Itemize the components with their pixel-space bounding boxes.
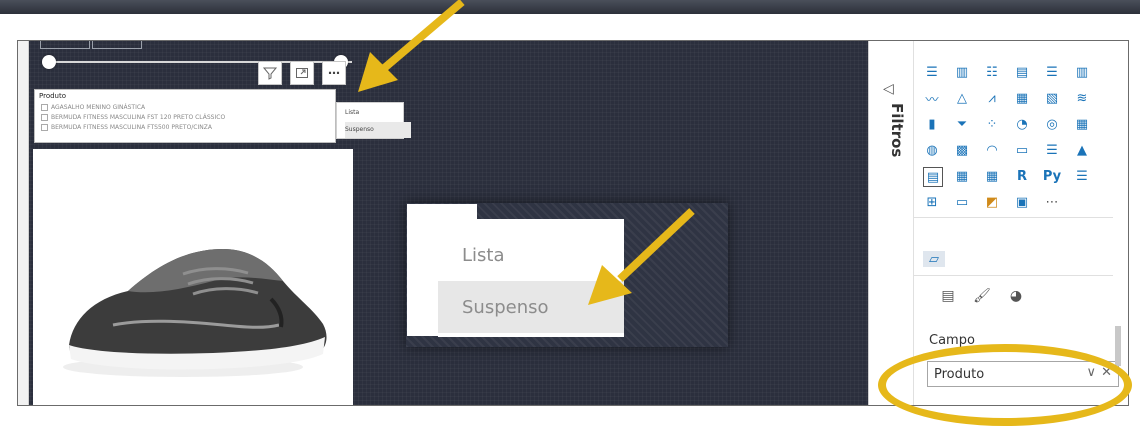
table-icon[interactable]: ▦ (953, 167, 971, 185)
waterfall-icon[interactable]: ▮ (923, 115, 941, 133)
100-bar-icon[interactable]: ☰ (1043, 63, 1061, 81)
slicer-title: Produto (39, 92, 67, 100)
annotation-arrow-icon (358, 0, 465, 92)
checkbox-icon[interactable] (41, 124, 48, 131)
line-clustered-icon[interactable]: ▧ (1043, 89, 1061, 107)
product-image-card (33, 149, 353, 405)
donut-icon[interactable]: ◎ (1043, 115, 1061, 133)
paginated-report-icon[interactable]: ▣ (1013, 193, 1031, 211)
decomposition-tree-icon[interactable]: ⊞ (923, 193, 941, 211)
kpi-icon[interactable]: ▲ (1073, 141, 1091, 159)
pie-chart-icon[interactable]: ◔ (1013, 115, 1031, 133)
menu-item-lista[interactable]: Lista (345, 109, 359, 116)
r-visual-icon[interactable]: R (1013, 167, 1031, 185)
fields-icon[interactable]: ▤ (937, 287, 959, 305)
line-chart-icon[interactable]: 〰 (923, 89, 941, 108)
divider (913, 275, 1113, 276)
slicer-item[interactable]: BERMUDA FITNESS MASCULINA FTS500 PRETO/C… (41, 124, 212, 131)
checkbox-icon[interactable] (41, 114, 48, 121)
stacked-area-icon[interactable]: ⩘ (983, 89, 1001, 107)
map-icon[interactable]: ◍ (923, 141, 941, 159)
ribbon-chart-icon[interactable]: ≋ (1073, 89, 1091, 107)
product-slicer: Produto AGASALHO MENINO GINÁSTICA BERMUD… (34, 89, 336, 143)
slicer-icon[interactable]: ▤ (923, 167, 943, 187)
expand-arrow-icon[interactable]: ◁ (883, 81, 894, 97)
filled-map-icon[interactable]: ▩ (953, 141, 971, 159)
clustered-column-icon[interactable]: ▤ (1013, 63, 1031, 81)
checkbox-icon[interactable] (41, 104, 48, 111)
filters-pane-collapsed[interactable]: ◁ Filtros (869, 41, 914, 405)
focus-mode-icon[interactable] (290, 61, 314, 85)
scatter-icon[interactable]: ⁘ (983, 115, 1001, 133)
divider (913, 217, 1113, 218)
card-icon[interactable]: ▭ (1013, 141, 1031, 159)
100-column-icon[interactable]: ▥ (1073, 63, 1091, 81)
stacked-column-icon[interactable]: ▥ (953, 63, 971, 81)
analytics-icon[interactable]: ◕ (1005, 287, 1027, 305)
window-top-strip (0, 0, 1140, 14)
qna-icon[interactable]: ▭ (953, 193, 971, 211)
slicer-item[interactable]: BERMUDA FITNESS MASCULINA FST 120 PRETO … (41, 114, 225, 121)
range-max-box[interactable] (92, 41, 142, 49)
funnel-icon[interactable]: ⏷ (953, 115, 971, 133)
slicer-item[interactable]: AGASALHO MENINO GINÁSTICA (41, 104, 145, 111)
multirow-card-icon[interactable]: ☰ (1043, 141, 1061, 159)
smart-narrative-icon[interactable]: ◩ (983, 193, 1001, 211)
sneaker-image (63, 249, 327, 377)
area-chart-icon[interactable]: △ (953, 89, 971, 107)
annotation-arrow-icon (588, 208, 695, 305)
python-visual-icon[interactable]: Py (1043, 167, 1061, 185)
left-rail (18, 41, 29, 405)
format-paint-icon[interactable]: 🖌 (971, 287, 993, 305)
line-column-icon[interactable]: ▦ (1013, 89, 1031, 107)
matrix-icon[interactable]: ▦ (983, 167, 1001, 185)
slider-handle-left[interactable] (42, 55, 56, 69)
custom-visual-icon[interactable]: ▱ (923, 251, 945, 267)
filters-label: Filtros (888, 103, 906, 158)
treemap-icon[interactable]: ▦ (1073, 115, 1091, 133)
key-influencers-icon[interactable]: ☰ (1073, 167, 1091, 185)
more-visuals-icon[interactable]: ⋯ (1043, 193, 1061, 211)
filter-icon[interactable] (258, 61, 282, 85)
menu-item-suspenso[interactable]: Suspenso (345, 126, 374, 133)
annotation-ellipse (878, 344, 1132, 426)
range-min-box[interactable] (40, 41, 90, 49)
clustered-bar-icon[interactable]: ☷ (983, 63, 1001, 81)
stacked-bar-icon[interactable]: ☰ (923, 63, 941, 81)
range-slider[interactable] (32, 41, 372, 71)
gauge-icon[interactable]: ◠ (983, 141, 1001, 159)
scrollbar[interactable] (1115, 326, 1121, 366)
